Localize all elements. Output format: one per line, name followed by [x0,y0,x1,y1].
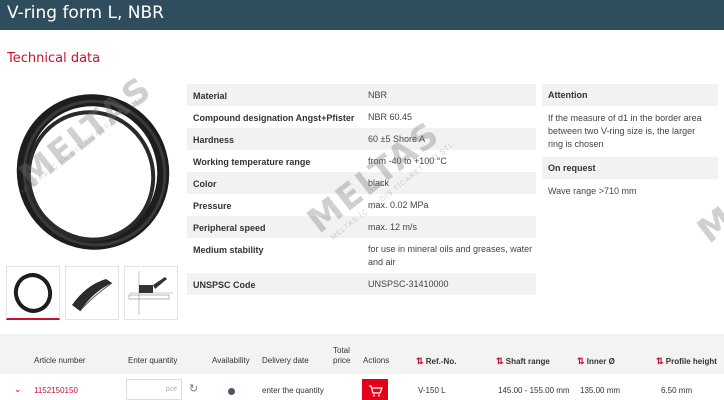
availability-status-icon [228,388,235,395]
sort-icon: ⇅ [656,356,664,366]
thumbnail-ring[interactable] [6,266,60,320]
col-delivery: Delivery date [262,356,309,365]
inner-value: 135.00 mm [580,386,621,395]
add-to-cart-button[interactable] [362,379,388,400]
shaft-value: 145.00 - 155.00 mm [498,386,570,395]
article-number-link[interactable]: 1152150150 [34,386,78,395]
quantity-input[interactable]: pce [126,379,182,400]
spec-row: UNSPSC Code UNSPSC-31410000 [187,273,536,295]
attention-text: If the measure of d1 in the border area … [548,113,702,149]
request-text: Wave range >710 mm [548,186,637,196]
refresh-icon[interactable]: ↻ [189,382,198,395]
spec-row: Hardness 60 ±5 Shore A [187,128,536,150]
side-info-box: Attention If the measure of d1 in the bo… [542,84,718,204]
col-total-1: Total [333,346,350,355]
spec-row: Material NBR [187,84,536,106]
col-profile[interactable]: ⇅ Profile height [656,356,717,367]
attention-title: Attention [542,84,718,106]
table-row: ⌄ 1152150150 pce ↻ enter the quantity V-… [0,374,724,400]
spec-row: Compound designation Angst+Pfister NBR 6… [193,112,413,123]
col-total-2: price [333,356,351,365]
request-title: On request [542,157,718,179]
sort-icon: ⇅ [577,356,585,366]
col-article[interactable]: Article number [34,356,86,365]
article-table-header: Article number Enter quantity Availabili… [0,334,724,374]
page-header: V-ring form L, NBR [0,0,724,30]
profile-value: 6.50 mm [661,386,693,395]
page-title: V-ring form L, NBR [7,3,164,23]
thumbnail-drawing[interactable] [124,266,178,320]
col-availability: Availability [212,356,250,365]
col-quantity: Enter quantity [128,356,178,365]
thumbnail-profile[interactable] [65,266,119,320]
section-title: Technical data [7,51,101,66]
col-inner[interactable]: ⇅ Inner Ø [577,356,615,367]
image-thumbnails [6,266,178,322]
sort-icon: ⇅ [496,356,504,366]
col-shaft[interactable]: ⇅ Shaft range [496,356,550,367]
delivery-text: enter the quantity [262,386,324,395]
col-ref[interactable]: ⇅ Ref.-No. [416,356,456,367]
spec-row: Medium stability for use in mineral oils… [193,244,533,267]
sort-icon: ⇅ [416,356,424,366]
ref-value: V-150 L [418,386,446,395]
cart-icon [369,385,383,397]
expand-chevron-icon[interactable]: ⌄ [14,384,22,395]
col-actions: Actions [363,356,390,365]
